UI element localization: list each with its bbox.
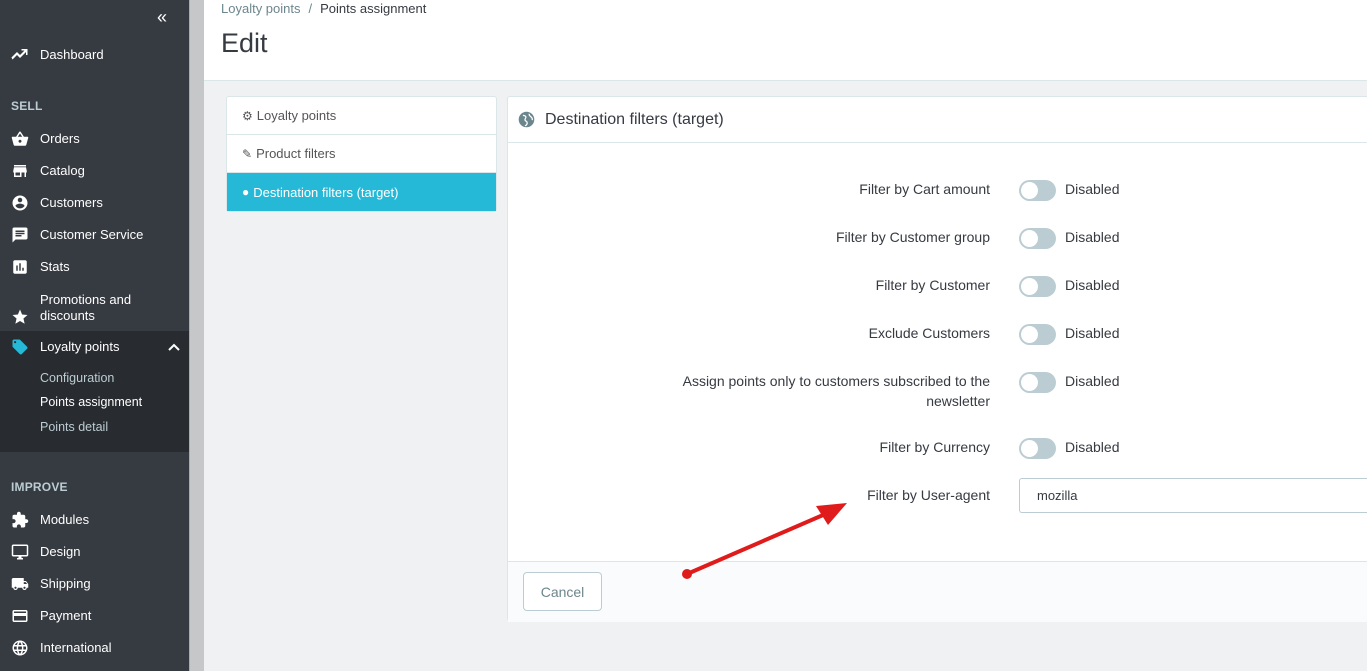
label-exclude-customers: Exclude Customers [868,325,990,341]
toggle-state-exclude-customers: Disabled [1065,325,1120,341]
tab-label: Loyalty points [256,108,337,123]
sidebar-item-label: Payment [40,608,92,623]
toggle-filter-currency[interactable] [1019,438,1056,459]
newsletter-label-line1: Assign points only to customers subscrib… [682,373,990,389]
credit-card-icon [0,607,40,625]
label-newsletter-only: Assign points only to customers subscrib… [683,371,990,411]
sidebar-item-label: Design [40,544,81,559]
label-filter-customer-group: Filter by Customer group [835,229,990,245]
tag-icon [0,338,40,356]
sidebar-item-label: Promotions and discounts [40,292,131,324]
tab-label: Product filters [256,146,336,161]
shopping-basket-icon [0,130,40,148]
promotions-label-line1: Promotions and [40,292,132,307]
toggle-state-currency: Disabled [1065,439,1120,455]
sidebar-item-label: Orders [40,131,80,146]
sidebar-item-catalog[interactable]: Catalog [0,162,189,180]
sidebar-item-dashboard[interactable]: Dashboard [0,46,189,64]
breadcrumb-link-loyalty-points[interactable]: Loyalty points [221,1,301,16]
breadcrumb: Loyalty points / Points assignment [221,1,426,16]
sidebar-item-modules[interactable]: Modules [0,511,189,529]
toggle-filter-cart-amount[interactable] [1019,180,1056,201]
user-agent-input[interactable] [1019,478,1367,513]
double-chevron-left-icon[interactable]: « [152,7,172,27]
globe-icon [518,111,535,128]
sidebar-item-label: Customers [40,195,103,210]
cogs-icon: ⚙ [242,108,253,123]
toggle-newsletter-only[interactable] [1019,372,1056,393]
toggle-state-customer: Disabled [1065,277,1120,293]
breadcrumb-current: Points assignment [320,1,427,16]
store-icon [0,162,40,180]
sidebar-item-promotions[interactable]: Promotions and discounts [0,290,189,326]
sidebar-scrollbar[interactable] [189,0,204,671]
chevron-up-icon[interactable] [166,339,182,355]
label-filter-cart-amount: Filter by Cart amount [859,181,990,197]
sidebar-subitem-points-assignment[interactable]: Points assignment [40,395,142,409]
page-title: Edit [221,28,268,58]
toggle-state-customer-group: Disabled [1065,229,1120,245]
toggle-filter-customer[interactable] [1019,276,1056,297]
truck-icon [0,575,40,593]
chat-icon [0,226,40,244]
sidebar-item-stats[interactable]: Stats [0,258,189,276]
sidebar-subitem-configuration[interactable]: Configuration [40,371,114,385]
tab-loyalty-points[interactable]: ⚙ Loyalty points [227,97,496,135]
globe-icon [0,639,40,657]
sidebar-item-label: Catalog [40,163,85,178]
sidebar-item-customers[interactable]: Customers [0,194,189,212]
page-header: Loyalty points / Points assignment Edit [204,0,1367,81]
trending-up-icon [0,46,40,64]
panel-footer: Cancel [508,561,1367,622]
toggle-exclude-customers[interactable] [1019,324,1056,345]
tab-destination-filters[interactable]: ● Destination filters (target) [227,173,496,211]
globe-icon: ● [242,185,250,199]
bar-chart-icon [0,258,40,276]
toggle-filter-customer-group[interactable] [1019,228,1056,249]
label-filter-customer: Filter by Customer [875,277,990,293]
panel-title: Destination filters (target) [545,110,724,128]
sidebar-item-shipping[interactable]: Shipping [0,575,189,593]
sidebar-section-sell: SELL [11,99,43,113]
newsletter-label-line2: newsletter [926,393,990,409]
edit-icon: ✎ [242,146,253,161]
label-filter-currency: Filter by Currency [879,439,990,455]
form-tabs: ⚙ Loyalty points ✎ Product filters ● Des… [226,96,497,212]
sidebar-item-label: Customer Service [40,227,144,242]
puzzle-icon [0,511,40,529]
tab-product-filters[interactable]: ✎ Product filters [227,135,496,173]
sidebar-subitem-points-detail[interactable]: Points detail [40,420,108,434]
star-icon [0,308,40,326]
sidebar-section-improve: IMPROVE [11,480,68,494]
sidebar-item-design[interactable]: Design [0,543,189,561]
sidebar-item-loyalty-points[interactable]: Loyalty points [0,338,189,356]
tab-label: Destination filters (target) [253,184,399,200]
label-filter-user-agent: Filter by User-agent [867,487,990,503]
desktop-icon [0,543,40,561]
sidebar-item-label: Shipping [40,576,91,591]
account-circle-icon [0,194,40,212]
sidebar-item-label: Modules [40,512,90,527]
sidebar-item-label: Stats [40,259,70,274]
panel-heading: Destination filters (target) [508,97,1367,143]
promotions-label-line2: discounts [40,308,95,323]
sidebar-item-customer-service[interactable]: Customer Service [0,226,189,244]
destination-filters-panel: Destination filters (target) Filter by C… [507,96,1367,622]
sidebar-item-label: Loyalty points [40,339,120,354]
toggle-state-newsletter: Disabled [1065,373,1120,389]
sidebar: « Dashboard SELL Orders Catalog Customer… [0,0,189,671]
cancel-button[interactable]: Cancel [523,572,602,611]
toggle-state-cart-amount: Disabled [1065,181,1120,197]
sidebar-item-payment[interactable]: Payment [0,607,189,625]
sidebar-item-label: International [40,640,112,655]
breadcrumb-separator: / [308,1,313,16]
sidebar-item-label: Dashboard [40,47,104,62]
sidebar-item-orders[interactable]: Orders [0,130,189,148]
sidebar-item-international[interactable]: International [0,639,189,657]
